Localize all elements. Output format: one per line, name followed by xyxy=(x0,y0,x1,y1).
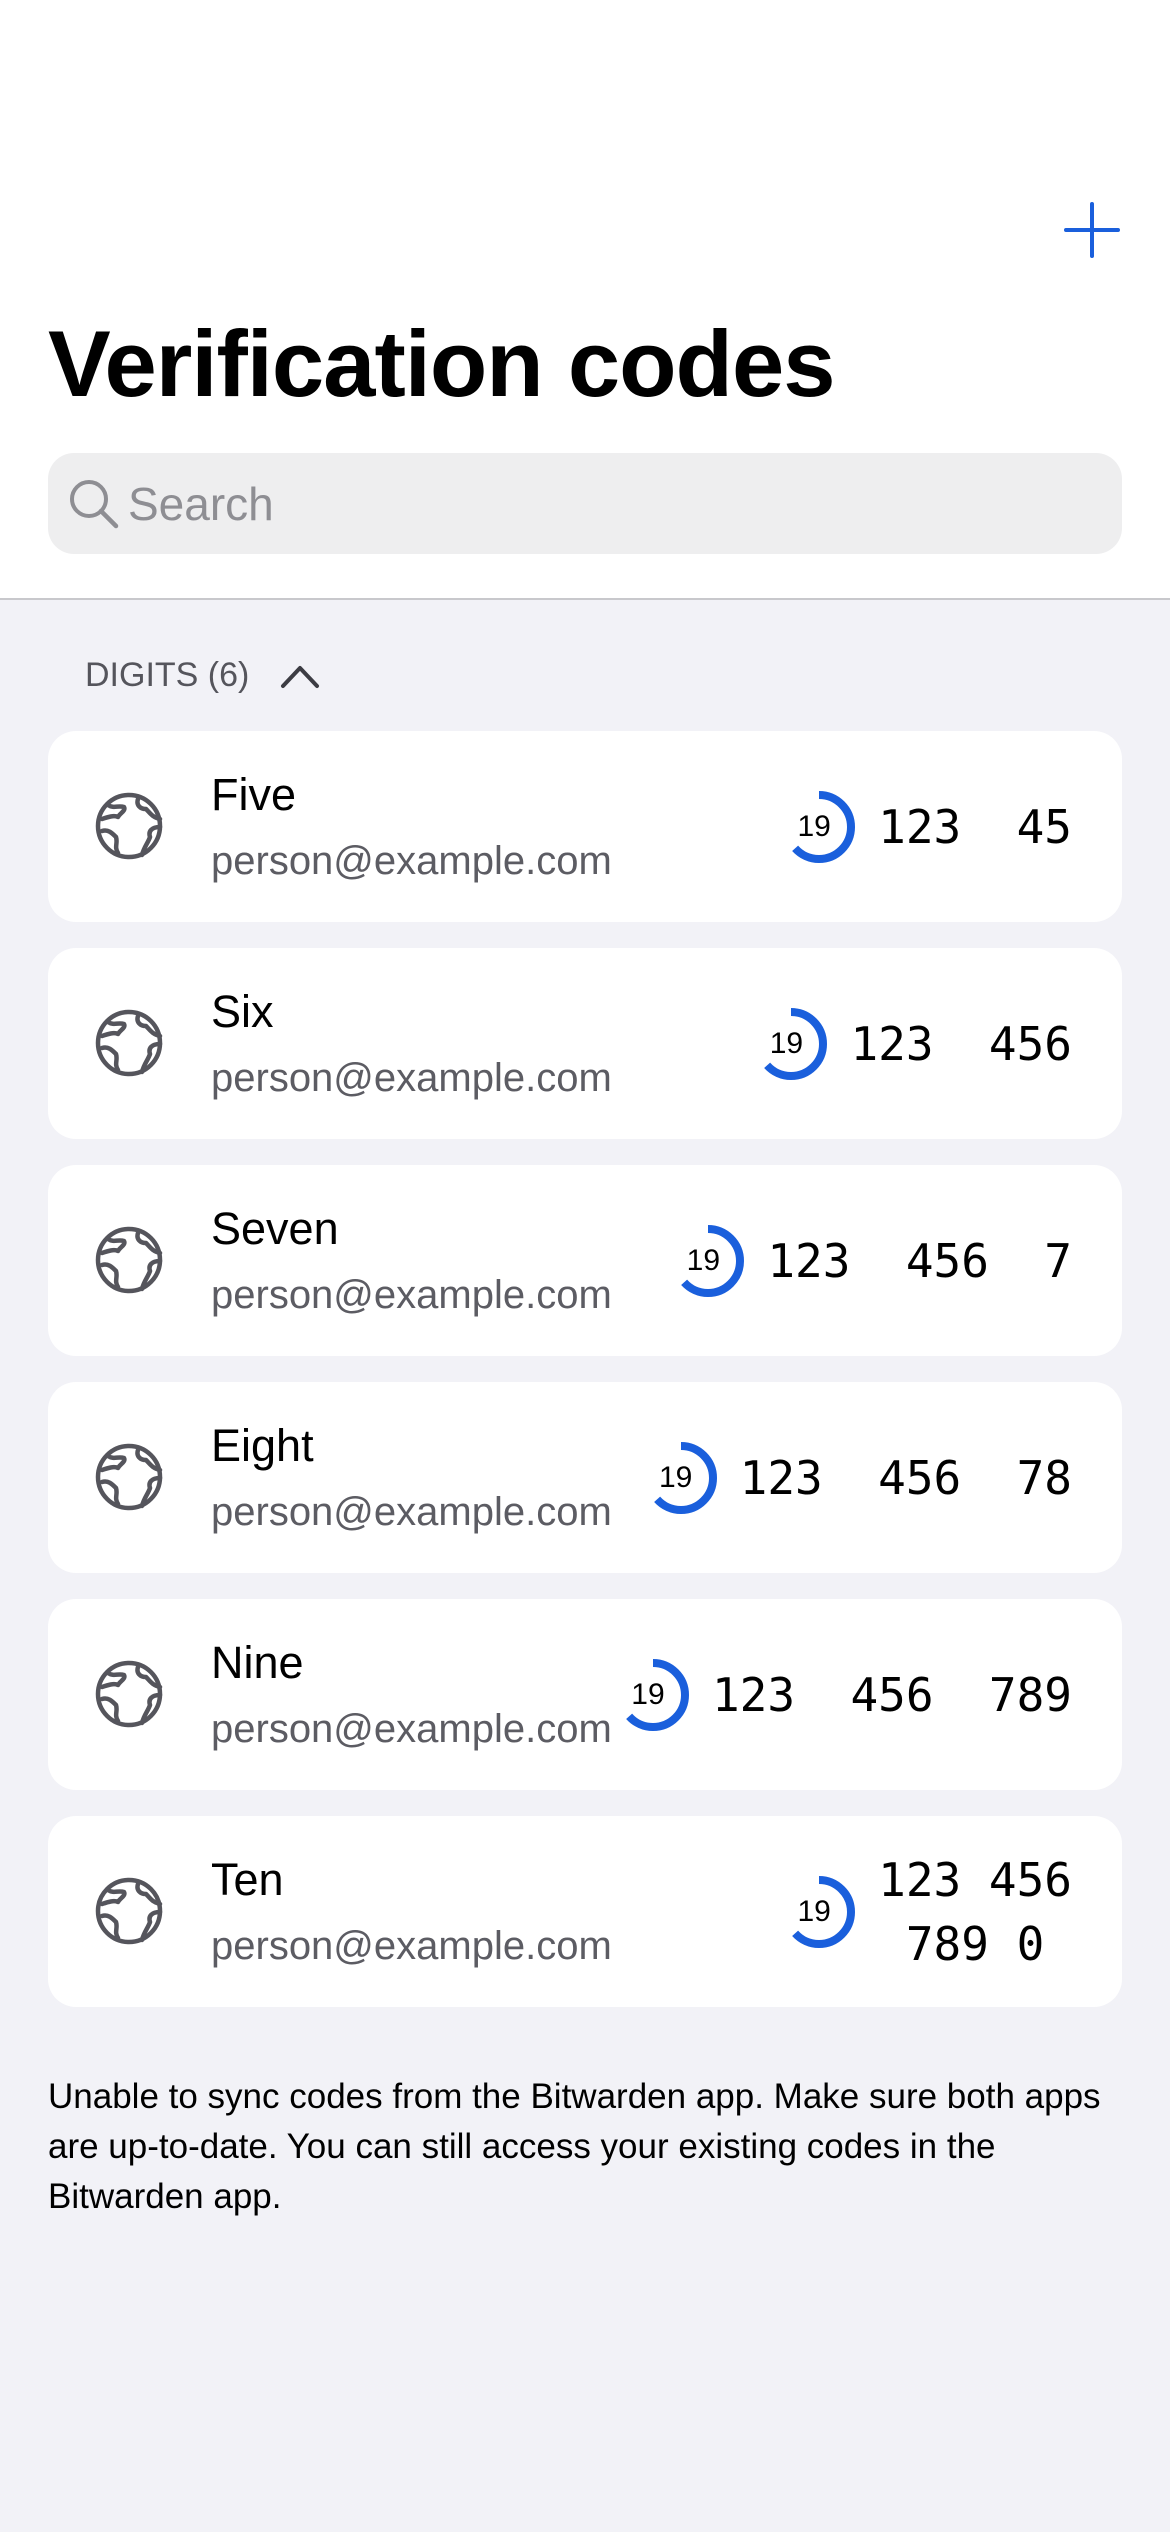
verification-code[interactable]: 123 456 78 xyxy=(740,1446,1072,1510)
code-area[interactable]: 19 123 456 78 xyxy=(640,1382,1072,1573)
code-area[interactable]: 19 123 456 789 xyxy=(612,1599,1072,1790)
section-label: DIGITS (6) xyxy=(85,656,250,694)
item-email: person@example.com xyxy=(211,1490,612,1534)
globe-icon xyxy=(95,1443,163,1511)
code-item[interactable]: Nine person@example.com 19 123 456 789 xyxy=(48,1599,1122,1790)
item-email: person@example.com xyxy=(211,1924,612,1968)
verification-code[interactable]: 123 45 xyxy=(878,795,1072,859)
verification-code[interactable]: 123 456 xyxy=(850,1012,1072,1076)
globe-icon xyxy=(95,1226,163,1294)
section-header-digits[interactable]: DIGITS (6) xyxy=(85,656,321,695)
timer-seconds: 19 xyxy=(686,1243,721,1277)
globe-icon xyxy=(95,792,163,860)
search-icon xyxy=(70,479,119,528)
item-name: Seven xyxy=(211,1203,339,1254)
item-email: person@example.com xyxy=(211,1056,612,1100)
code-item[interactable]: Five person@example.com 19 123 45 xyxy=(48,731,1122,922)
countdown-timer: 19 xyxy=(778,786,860,868)
verification-code[interactable]: 123 456 789 xyxy=(712,1663,1072,1727)
item-name: Six xyxy=(211,986,274,1037)
code-item[interactable]: Seven person@example.com 19 123 456 7 xyxy=(48,1165,1122,1356)
countdown-timer: 19 xyxy=(612,1654,694,1736)
search-input[interactable] xyxy=(128,476,1028,531)
item-name: Nine xyxy=(211,1637,304,1688)
sync-error-message: Unable to sync codes from the Bitwarden … xyxy=(48,2077,1101,2216)
item-email: person@example.com xyxy=(211,1273,612,1317)
item-name: Ten xyxy=(211,1854,284,1905)
timer-seconds: 19 xyxy=(631,1677,665,1711)
item-name: Five xyxy=(211,769,297,820)
code-area[interactable]: 19 123 456 7 xyxy=(667,1165,1072,1356)
page-title: Verification codes xyxy=(48,311,836,416)
globe-icon xyxy=(95,1009,163,1077)
globe-icon xyxy=(95,1877,163,1945)
header: Verification codes xyxy=(0,0,1170,600)
countdown-timer: 19 xyxy=(750,1003,832,1085)
verification-code[interactable]: 123 456 7 xyxy=(767,1229,1072,1293)
code-item[interactable]: Six person@example.com 19 123 456 xyxy=(48,948,1122,1139)
countdown-timer: 19 xyxy=(778,1871,860,1953)
code-item[interactable]: Eight person@example.com 19 123 456 78 xyxy=(48,1382,1122,1573)
code-item[interactable]: Ten person@example.com 19 123 456 789 0 xyxy=(48,1816,1122,2007)
code-area[interactable]: 19 123 45 xyxy=(778,731,1072,922)
item-email: person@example.com xyxy=(211,1707,612,1751)
chevron-up-icon[interactable] xyxy=(279,662,321,690)
globe-icon xyxy=(95,1660,163,1728)
timer-seconds: 19 xyxy=(797,809,831,843)
timer-seconds: 19 xyxy=(797,1894,831,1928)
timer-seconds: 19 xyxy=(658,1460,693,1494)
item-email: person@example.com xyxy=(211,839,612,883)
item-name: Eight xyxy=(211,1420,314,1471)
code-area[interactable]: 19 123 456 789 0 xyxy=(778,1816,1072,2007)
countdown-timer: 19 xyxy=(667,1220,749,1302)
search-bar[interactable] xyxy=(48,453,1122,554)
plus-icon[interactable] xyxy=(1062,200,1122,260)
countdown-timer: 19 xyxy=(640,1437,722,1519)
code-area[interactable]: 19 123 456 xyxy=(750,948,1072,1139)
timer-seconds: 19 xyxy=(769,1026,804,1060)
verification-code[interactable]: 123 456 789 0 xyxy=(878,1848,1072,1976)
